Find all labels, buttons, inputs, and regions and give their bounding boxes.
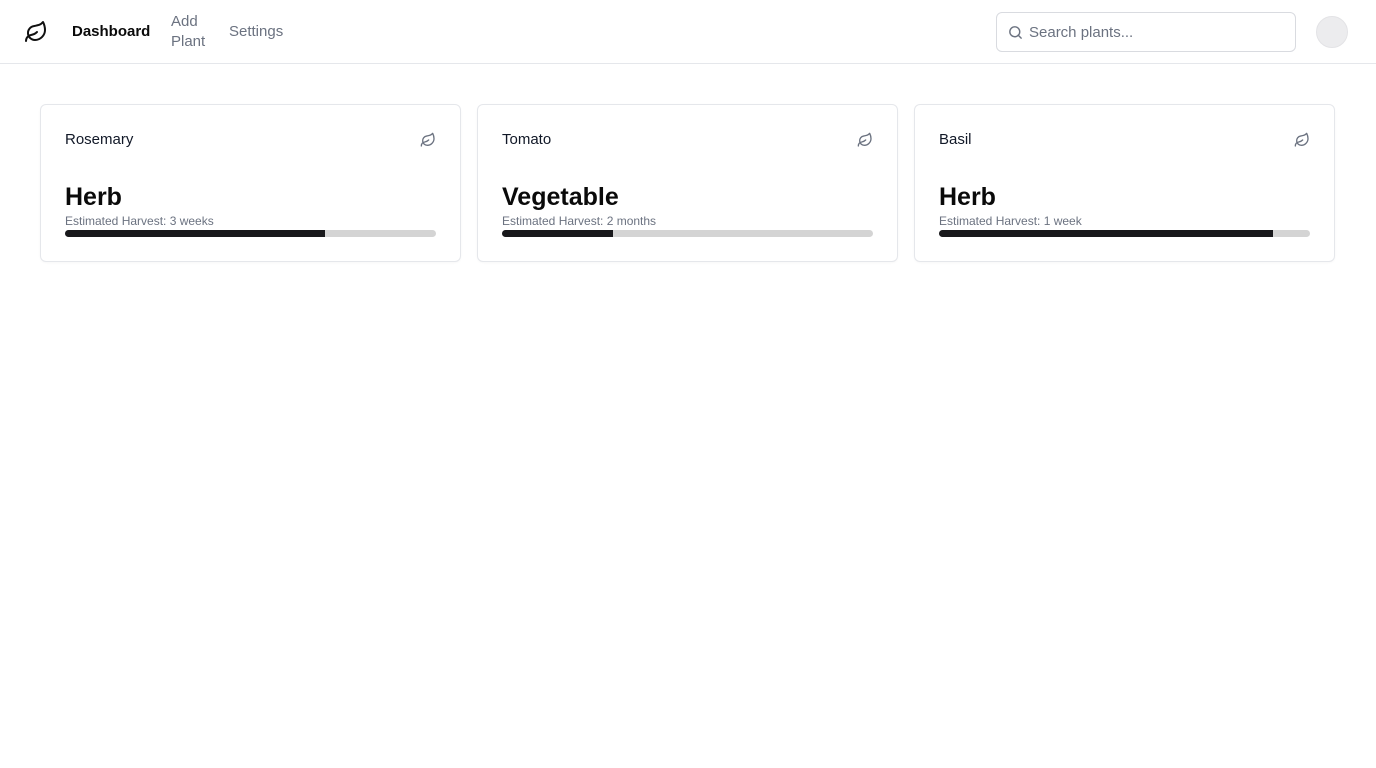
harvest-progress-bar	[65, 230, 436, 237]
plant-category: Herb	[65, 183, 122, 211]
user-avatar[interactable]	[1316, 16, 1348, 48]
harvest-progress-fill	[939, 230, 1273, 237]
harvest-progress-fill	[65, 230, 325, 237]
nav-add-plant-link[interactable]: Add Plant	[171, 12, 215, 52]
harvest-progress-bar	[502, 230, 873, 237]
plant-card[interactable]: Rosemary Herb Estimated Harvest: 3 weeks	[40, 104, 461, 262]
leaf-icon	[420, 132, 435, 147]
leaf-icon	[857, 132, 872, 147]
plant-name: Basil	[939, 131, 972, 148]
estimated-harvest-text: Estimated Harvest: 3 weeks	[65, 214, 214, 228]
harvest-progress-fill	[502, 230, 614, 237]
leaf-icon	[1294, 132, 1309, 147]
harvest-progress-bar	[939, 230, 1310, 237]
nav-dashboard-link[interactable]: Dashboard	[72, 22, 150, 42]
search-input[interactable]	[1029, 13, 1289, 51]
estimated-harvest-text: Estimated Harvest: 2 months	[502, 214, 657, 228]
leaf-icon[interactable]	[24, 20, 48, 44]
plant-category: Vegetable	[502, 183, 619, 211]
plant-name: Rosemary	[65, 131, 134, 148]
top-navigation-bar: Dashboard Add Plant Settings	[0, 0, 1376, 64]
plant-card[interactable]: Basil Herb Estimated Harvest: 1 week	[914, 104, 1335, 262]
nav-settings-link[interactable]: Settings	[229, 22, 283, 42]
plant-name: Tomato	[502, 131, 552, 148]
plant-card[interactable]: Tomato Vegetable Estimated Harvest: 2 mo…	[477, 104, 898, 262]
plant-cards-grid: Rosemary Herb Estimated Harvest: 3 weeks…	[40, 104, 1336, 262]
plant-category: Herb	[939, 183, 996, 211]
search-box	[996, 12, 1296, 52]
estimated-harvest-text: Estimated Harvest: 1 week	[939, 214, 1082, 228]
search-icon	[1009, 26, 1022, 39]
